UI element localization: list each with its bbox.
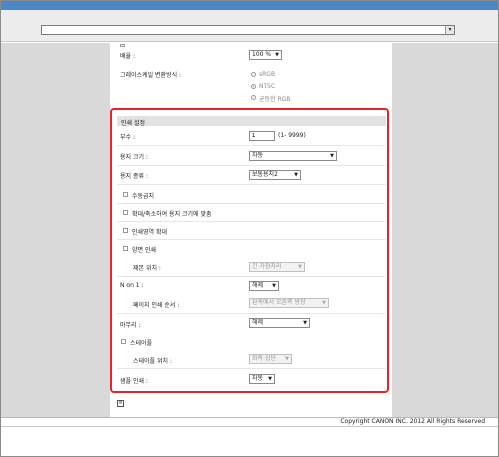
duplex-label: 양면 인쇄 (132, 247, 156, 254)
finishing-label: 마무리 : (120, 322, 141, 329)
radio-ntsc[interactable] (251, 84, 256, 89)
manual-feed-checkbox[interactable] (123, 192, 128, 197)
divider (117, 221, 386, 222)
copies-label: 부수 : (120, 134, 135, 141)
magnification-value: 100 % (252, 51, 272, 58)
chevron-down-icon: ▼ (272, 283, 276, 289)
enlarge-print-area-label: 인쇄영역 확대 (132, 229, 168, 236)
copies-input[interactable] (249, 131, 275, 141)
divider (117, 165, 386, 166)
staple-label: 스테이플 (130, 340, 153, 347)
partial-checkbox[interactable] (120, 44, 125, 47)
address-dropdown-icon[interactable]: ▾ (445, 26, 454, 34)
n-on-1-select[interactable]: 해제 ▼ (249, 281, 279, 291)
address-bar[interactable]: ▾ (41, 25, 455, 35)
section-header (117, 116, 386, 126)
radio-ntsc-label: NTSC (259, 83, 276, 90)
fit-to-paper-checkbox[interactable] (123, 210, 128, 215)
copyright-text: Copyright CANON INC. 2012 All Rights Res… (340, 418, 485, 425)
binding-location-label: 제본 위치 : (133, 265, 161, 272)
radio-srgb[interactable] (251, 72, 256, 77)
chevron-down-icon: ▼ (322, 300, 326, 306)
staple-position-label: 스테이플 위치 : (133, 358, 172, 365)
copies-range: (1- 9999) (278, 132, 306, 139)
sample-print-value: 자동 (252, 375, 264, 382)
paper-type-label: 용지 종류 : (120, 173, 148, 180)
binding-location-value: 긴 가장자리 (252, 263, 282, 270)
page-icon[interactable]: ≡ (117, 400, 124, 407)
duplex-checkbox[interactable] (123, 246, 128, 251)
radio-uniform-rgb-label: 균등한 RGB (259, 96, 291, 103)
chevron-down-icon: ▼ (298, 264, 302, 270)
staple-position-select[interactable]: 좌측 상단 ▼ (249, 354, 292, 364)
chevron-down-icon: ▼ (268, 376, 272, 382)
divider (117, 239, 386, 240)
paper-size-value: 자동 (252, 152, 264, 159)
binding-location-select[interactable]: 긴 가장자리 ▼ (249, 262, 305, 272)
finishing-select[interactable]: 해제 ▼ (249, 318, 310, 328)
chevron-down-icon: ▼ (330, 153, 334, 159)
page-order-value: 왼쪽에서 오른쪽 방향 (252, 299, 306, 306)
paper-type-select[interactable]: 보통용지2 ▼ (249, 170, 301, 180)
chevron-down-icon: ▼ (303, 320, 307, 326)
page-order-label: 페이지 인쇄 순서 : (133, 302, 180, 309)
chevron-down-icon: ▼ (294, 172, 298, 178)
divider (117, 184, 386, 185)
fit-to-paper-label: 확대/축소하여 용지 크기에 맞춤 (132, 211, 212, 218)
divider (117, 145, 386, 146)
divider (117, 276, 386, 277)
chevron-down-icon: ▼ (285, 356, 289, 362)
magnification-select[interactable]: 100 % ▼ (249, 50, 282, 60)
n-on-1-value: 해제 (252, 282, 264, 289)
paper-type-value: 보통용지2 (252, 171, 278, 178)
manual-feed-label: 수동급지 (132, 193, 155, 200)
chevron-down-icon: ▼ (275, 52, 279, 58)
staple-checkbox[interactable] (121, 339, 126, 344)
grayscale-label: 그레이스케일 변환방식 : (120, 72, 182, 79)
enlarge-print-area-checkbox[interactable] (123, 228, 128, 233)
section-title: 인쇄 설정 (121, 120, 145, 127)
divider (117, 313, 386, 314)
radio-uniform-rgb[interactable] (251, 95, 256, 100)
sample-print-label: 샘플 인쇄 : (120, 378, 148, 385)
magnification-label: 배율 : (120, 53, 135, 60)
status-area (1, 426, 498, 456)
n-on-1-label: N on 1 : (120, 282, 144, 289)
radio-srgb-label: sRGB (259, 71, 276, 78)
paper-size-label: 용지 크기 : (120, 154, 148, 161)
finishing-value: 해제 (252, 319, 264, 326)
sample-print-select[interactable]: 자동 ▼ (249, 374, 275, 384)
staple-position-value: 좌측 상단 (252, 355, 276, 362)
page-order-select[interactable]: 왼쪽에서 오른쪽 방향 ▼ (249, 298, 329, 308)
paper-size-select[interactable]: 자동 ▼ (249, 151, 337, 161)
divider (117, 368, 386, 369)
divider (117, 203, 386, 204)
title-bar (1, 1, 498, 10)
